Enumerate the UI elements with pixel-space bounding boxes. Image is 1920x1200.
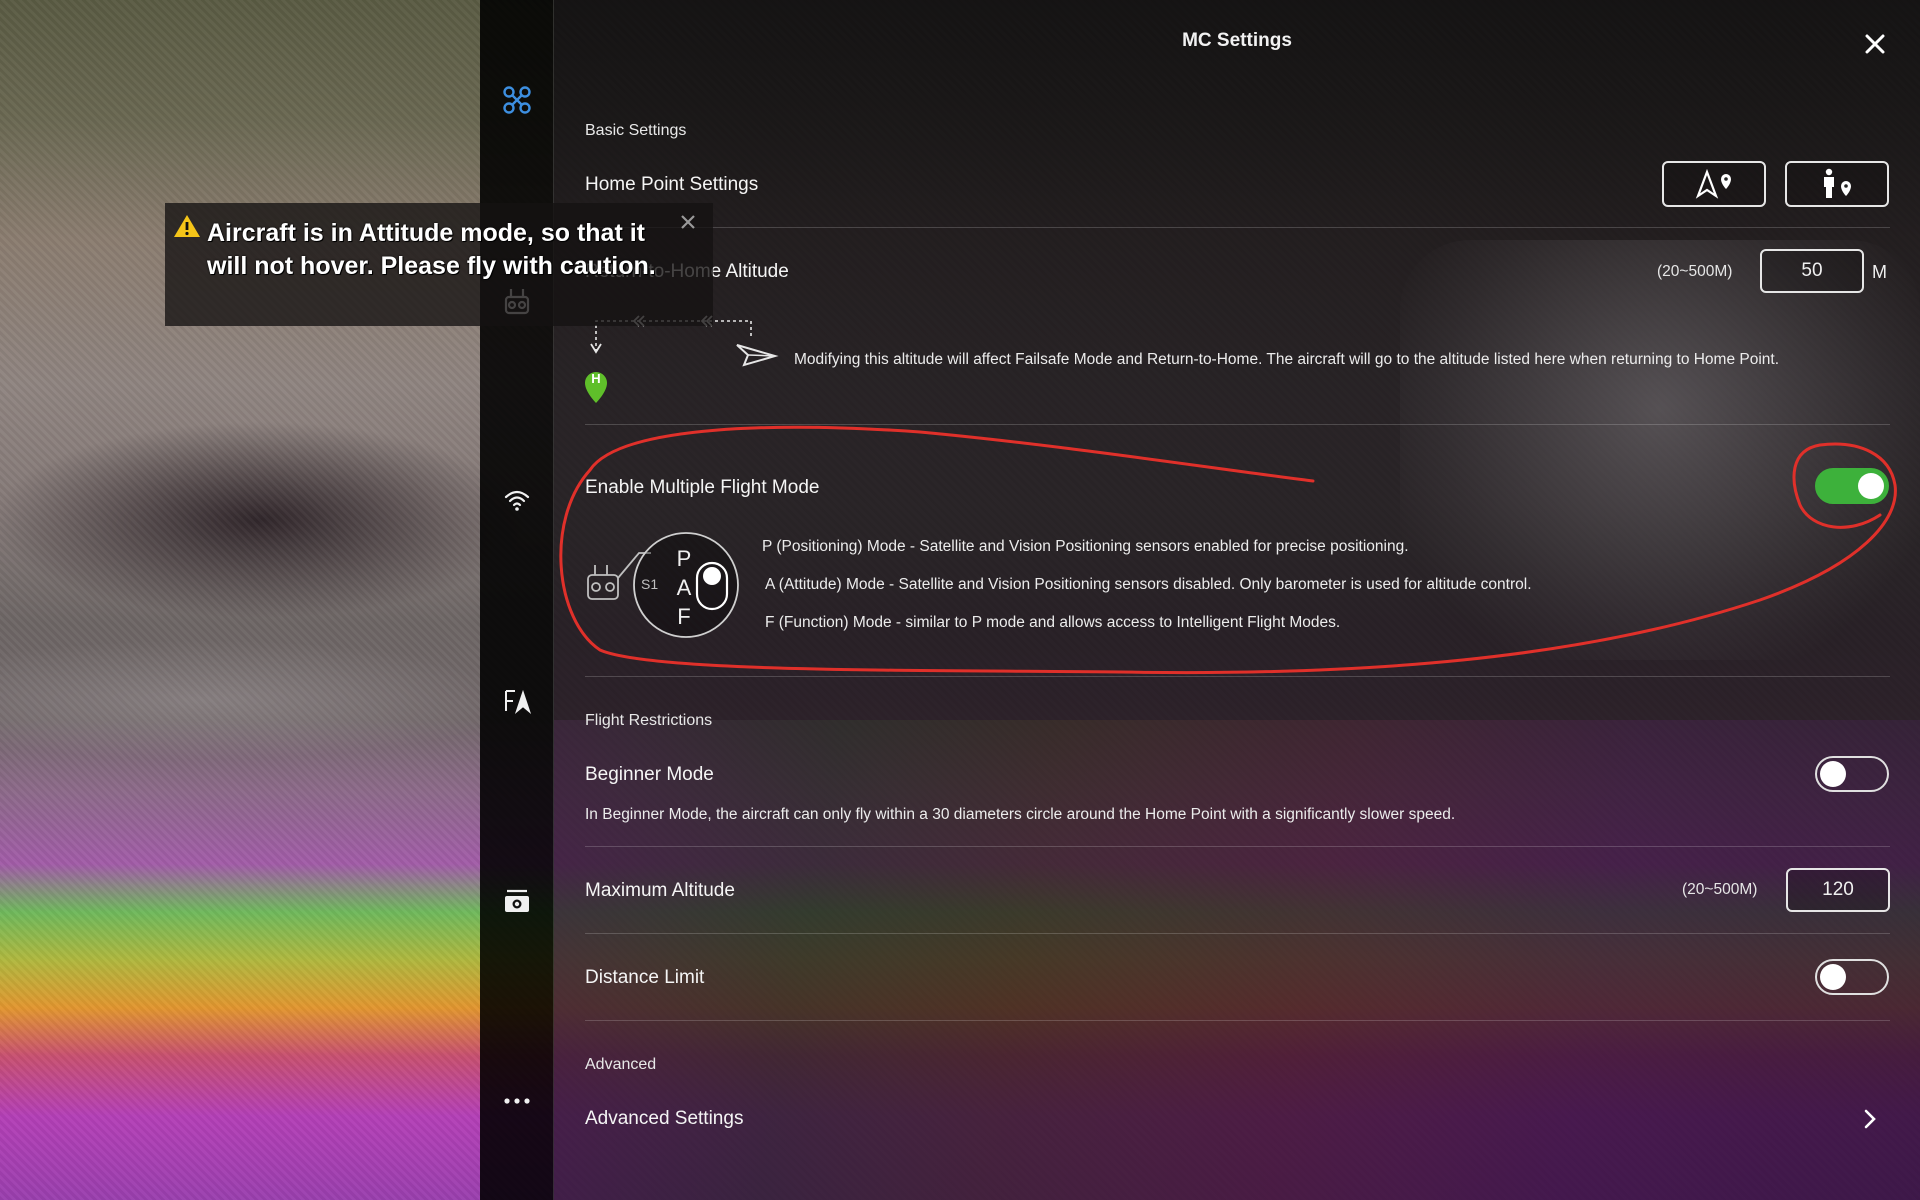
- app-screen: MC Settings Basic Settings Home Point Se…: [0, 0, 1920, 1200]
- background-controller: [1400, 240, 1920, 660]
- close-button[interactable]: [1856, 28, 1894, 60]
- flight-mode-switch-icon: [587, 532, 739, 638]
- home-point-aircraft-button[interactable]: [1662, 161, 1766, 207]
- pilot-location-icon: [1824, 168, 1851, 198]
- divider: [585, 846, 1890, 847]
- rth-altitude-range: (20~500M): [1657, 263, 1733, 280]
- section-basic-settings: Basic Settings: [585, 122, 687, 139]
- maximum-altitude-label: Maximum Altitude: [585, 880, 735, 901]
- divider: [585, 933, 1890, 934]
- flight-map-icon[interactable]: [480, 673, 554, 729]
- rth-altitude-unit: M: [1872, 262, 1887, 282]
- maximum-altitude-range: (20~500M): [1682, 881, 1758, 898]
- toggle-knob: [1858, 473, 1884, 499]
- warning-icon: [174, 215, 200, 237]
- aircraft-location-icon: [1695, 169, 1731, 199]
- divider: [585, 227, 1890, 228]
- maximum-altitude-input[interactable]: 120: [1786, 868, 1890, 912]
- aircraft-icon[interactable]: [480, 72, 554, 128]
- switch-s1-label: S1: [641, 576, 659, 592]
- beginner-mode-description: In Beginner Mode, the aircraft can only …: [585, 806, 1456, 823]
- switch-letter-f: F: [677, 604, 691, 629]
- divider: [585, 676, 1890, 677]
- section-flight-restrictions: Flight Restrictions: [585, 712, 713, 729]
- beginner-mode-label: Beginner Mode: [585, 764, 714, 785]
- camera-icon[interactable]: [480, 873, 554, 929]
- switch-letter-a: A: [676, 575, 692, 600]
- home-point-settings-label: Home Point Settings: [585, 174, 759, 195]
- toggle-knob: [1820, 761, 1846, 787]
- home-marker-letter: H: [591, 371, 601, 386]
- close-icon: [1865, 34, 1885, 54]
- mode-f-description: F (Function) Mode - similar to P mode an…: [765, 614, 1341, 631]
- background-rug: [554, 720, 1920, 1200]
- divider: [585, 424, 1890, 425]
- attitude-warning-toast: Aircraft is in Attitude mode, so that it…: [165, 203, 713, 326]
- warning-message: Aircraft is in Attitude mode, so that it…: [207, 219, 656, 280]
- wifi-signal-icon[interactable]: [480, 472, 554, 528]
- toggle-knob: [1820, 964, 1846, 990]
- toast-close-icon[interactable]: [680, 214, 696, 230]
- distance-limit-label: Distance Limit: [585, 967, 705, 988]
- home-point-pilot-button[interactable]: [1785, 161, 1889, 207]
- distance-limit-toggle[interactable]: [1815, 959, 1889, 995]
- divider: [585, 1020, 1890, 1021]
- page-title: MC Settings: [1182, 30, 1292, 51]
- multiple-flight-mode-toggle[interactable]: [1815, 468, 1889, 504]
- switch-letter-p: P: [676, 546, 692, 571]
- chevron-right-icon[interactable]: [1863, 1108, 1877, 1130]
- rth-altitude-input[interactable]: 50: [1760, 249, 1864, 293]
- multiple-flight-mode-label: Enable Multiple Flight Mode: [585, 477, 820, 498]
- mode-a-description: A (Attitude) Mode - Satellite and Vision…: [765, 576, 1532, 593]
- switch-letters: P A F: [671, 544, 697, 631]
- rth-description: Modifying this altitude will affect Fail…: [794, 351, 1780, 368]
- settings-sidebar: [480, 0, 554, 1200]
- advanced-settings-label[interactable]: Advanced Settings: [585, 1108, 743, 1130]
- more-icon[interactable]: [480, 1073, 554, 1129]
- mode-p-description: P (Positioning) Mode - Satellite and Vis…: [762, 538, 1409, 555]
- beginner-mode-toggle[interactable]: [1815, 756, 1889, 792]
- section-advanced: Advanced: [585, 1056, 657, 1073]
